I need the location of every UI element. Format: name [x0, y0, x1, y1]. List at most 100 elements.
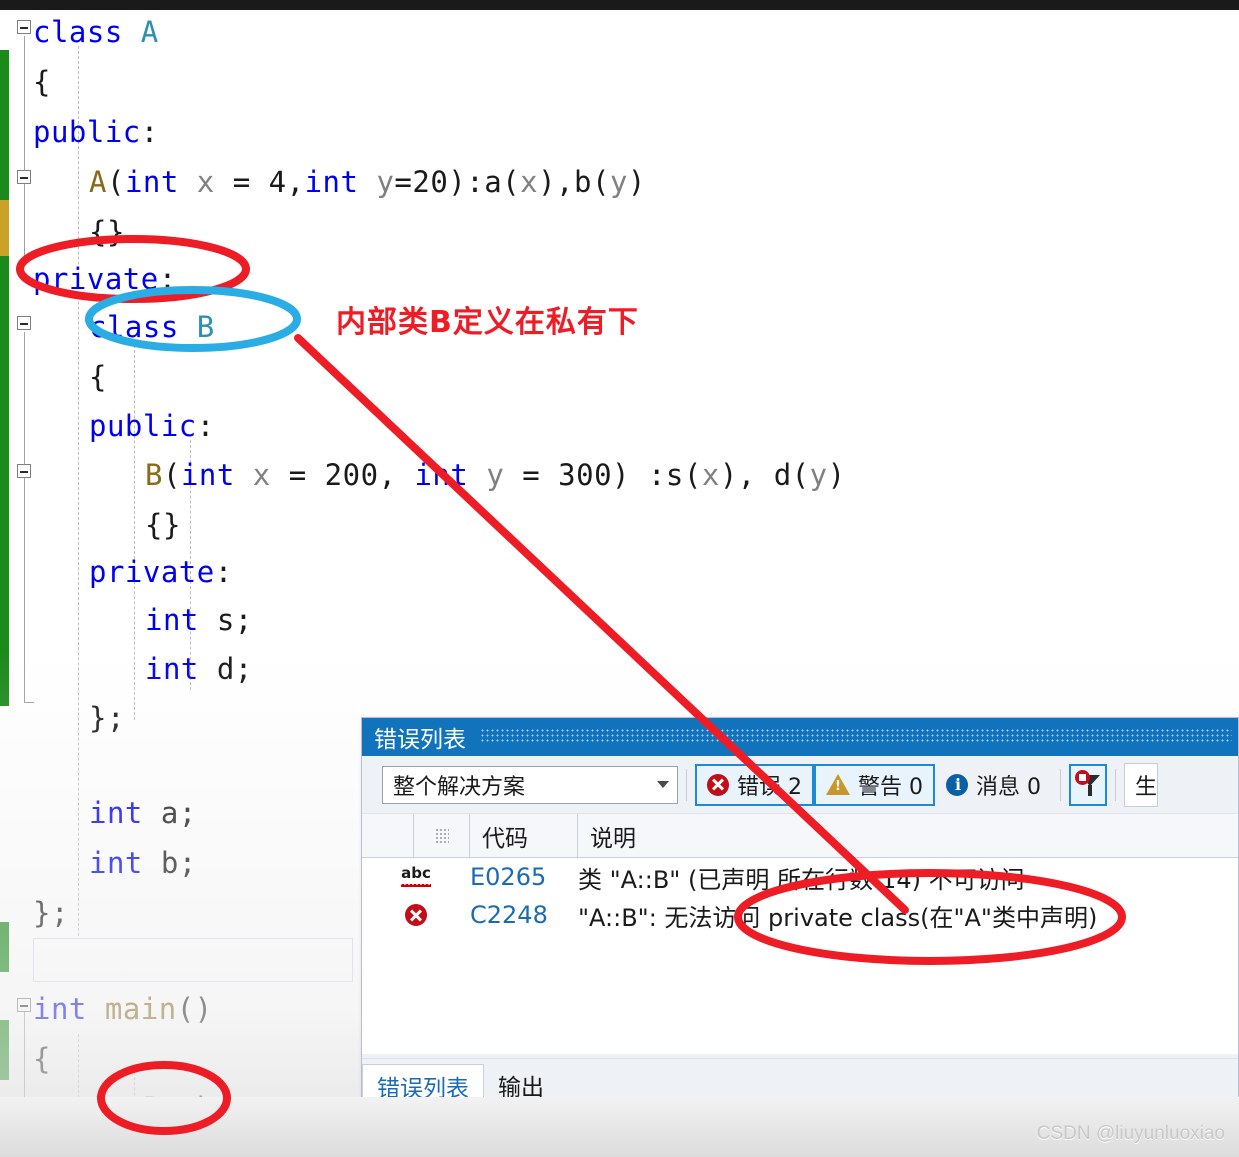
indent-guide — [134, 340, 135, 720]
row-description-cell: 类 "A::B" (已声明 所在行数:14) 不可访问 — [578, 865, 1025, 894]
code-token: public — [33, 115, 141, 149]
code-line[interactable]: int d; — [145, 655, 253, 684]
code-line[interactable]: int b; — [89, 849, 197, 878]
error-list-toolbar[interactable]: 整个解决方案 错误 2 警告 0 消息 0 — [362, 756, 1238, 814]
table-row[interactable]: C2248 "A::B": 无法访问 private class(在"A"类中声… — [362, 896, 1238, 934]
code-token: private — [33, 262, 159, 296]
build-filter-icon — [1075, 769, 1101, 798]
code-token: {} — [145, 508, 181, 542]
code-line[interactable]: { — [89, 363, 107, 392]
code-token: int — [124, 165, 179, 199]
code-line[interactable]: }; — [89, 704, 125, 733]
code-token: = 200, — [270, 458, 415, 492]
row-code-cell[interactable]: C2248 — [470, 901, 578, 929]
code-token: ) — [827, 458, 846, 492]
code-line[interactable]: private: — [33, 265, 177, 294]
row-description-cell: "A::B": 无法访问 private class(在"A"类中声明) — [578, 903, 1098, 932]
code-token: { — [89, 360, 107, 394]
row-code-cell[interactable]: E0265 — [470, 863, 578, 891]
code-token: x — [701, 458, 720, 492]
code-token: : — [196, 409, 215, 443]
code-line[interactable]: {} — [89, 218, 125, 247]
toolbar-separator — [1060, 768, 1061, 801]
build-scope-button[interactable]: 生 — [1124, 762, 1158, 807]
code-token: : — [214, 555, 233, 589]
panel-drag-handle[interactable] — [480, 728, 1232, 744]
code-token: private — [89, 555, 215, 589]
code-token: }; — [89, 701, 125, 735]
code-line[interactable]: public: — [33, 118, 159, 147]
code-line[interactable]: private: — [89, 558, 233, 587]
code-line[interactable]: public: — [89, 412, 215, 441]
code-token: y — [376, 165, 395, 199]
panel-title-label: 错误列表 — [374, 727, 466, 753]
collapse-toggle-ctor-b[interactable] — [17, 464, 31, 478]
code-token: = 300) :s( — [504, 458, 702, 492]
info-icon — [946, 773, 968, 796]
warnings-filter-button[interactable]: 警告 0 — [814, 763, 935, 806]
code-line[interactable]: A(int x = 4,int y=20):a(x),b(y) — [89, 168, 646, 197]
collapse-toggle-main[interactable] — [17, 998, 31, 1012]
code-token: int — [89, 846, 143, 880]
code-token: int — [33, 992, 87, 1026]
code-token: int — [180, 458, 235, 492]
code-token: ) — [627, 165, 646, 199]
code-line[interactable]: int s; — [145, 606, 253, 635]
grid-header-icon-column[interactable] — [414, 814, 470, 857]
grid-header-spacer — [362, 814, 414, 857]
collapse-toggle-ctor-a[interactable] — [17, 170, 31, 184]
code-token: B — [196, 310, 215, 344]
code-line[interactable]: class B — [89, 313, 215, 342]
code-token: ( — [106, 165, 125, 199]
code-token: =20):a( — [394, 165, 521, 199]
code-line[interactable]: int main() — [33, 995, 213, 1024]
code-token: int — [145, 603, 199, 637]
intellisense-abc-icon: abc — [399, 866, 433, 888]
table-row[interactable]: abc E0265 类 "A::B" (已声明 所在行数:14) 不可访问 — [362, 858, 1238, 896]
severity-column-icon — [434, 827, 449, 844]
messages-filter-button[interactable]: 消息 0 — [935, 764, 1052, 806]
scope-filter-value: 整个解决方案 — [393, 774, 526, 800]
code-line[interactable]: { — [33, 68, 51, 97]
grid-header-description[interactable]: 说明 — [578, 814, 1238, 857]
code-line[interactable]: }; — [33, 899, 69, 928]
panel-title-bar[interactable]: 错误列表 — [362, 718, 1238, 756]
code-line[interactable]: int a; — [89, 799, 197, 828]
chevron-down-icon — [657, 781, 669, 788]
watermark-label: CSDN @liuyunluoxiao — [1036, 1123, 1225, 1144]
errors-filter-button[interactable]: 错误 2 — [695, 763, 814, 806]
code-token: d; — [198, 652, 253, 686]
code-token: x — [252, 458, 271, 492]
code-token: () — [176, 992, 213, 1026]
scope-filter-dropdown[interactable]: 整个解决方案 — [382, 765, 678, 804]
code-token: : — [140, 115, 159, 149]
code-token: ),b( — [538, 165, 610, 199]
code-token: main — [104, 992, 177, 1026]
change-bar-green — [0, 922, 9, 972]
row-severity-cell — [362, 904, 470, 926]
code-token: class — [33, 15, 141, 49]
build-intellisense-filter-button[interactable] — [1069, 763, 1107, 806]
error-icon — [707, 773, 729, 796]
code-line[interactable]: { — [33, 1045, 51, 1074]
code-line[interactable]: {} — [145, 511, 181, 540]
change-bar-saved — [0, 200, 9, 256]
row-severity-cell: abc — [362, 866, 470, 888]
grid-header-code[interactable]: 代码 — [470, 814, 578, 857]
code-token: int — [304, 165, 359, 199]
code-token: = 4, — [214, 165, 305, 199]
outline-guide — [24, 257, 34, 258]
code-token: b; — [142, 846, 197, 880]
error-grid-body[interactable]: abc E0265 类 "A::B" (已声明 所在行数:14) 不可访问 C2… — [362, 858, 1238, 1054]
errors-filter-label: 错误 2 — [737, 774, 802, 800]
toolbar-separator — [686, 768, 687, 801]
collapse-toggle-class-a[interactable] — [17, 20, 31, 34]
collapse-toggle-class-b[interactable] — [17, 316, 31, 330]
error-list-panel[interactable]: 错误列表 整个解决方案 错误 2 警告 0 消息 0 — [361, 717, 1239, 1107]
code-line[interactable]: B(int x = 200, int y = 300) :s(x), d(y) — [145, 461, 846, 490]
code-line[interactable]: class A — [33, 18, 159, 47]
code-token: : — [158, 262, 177, 296]
